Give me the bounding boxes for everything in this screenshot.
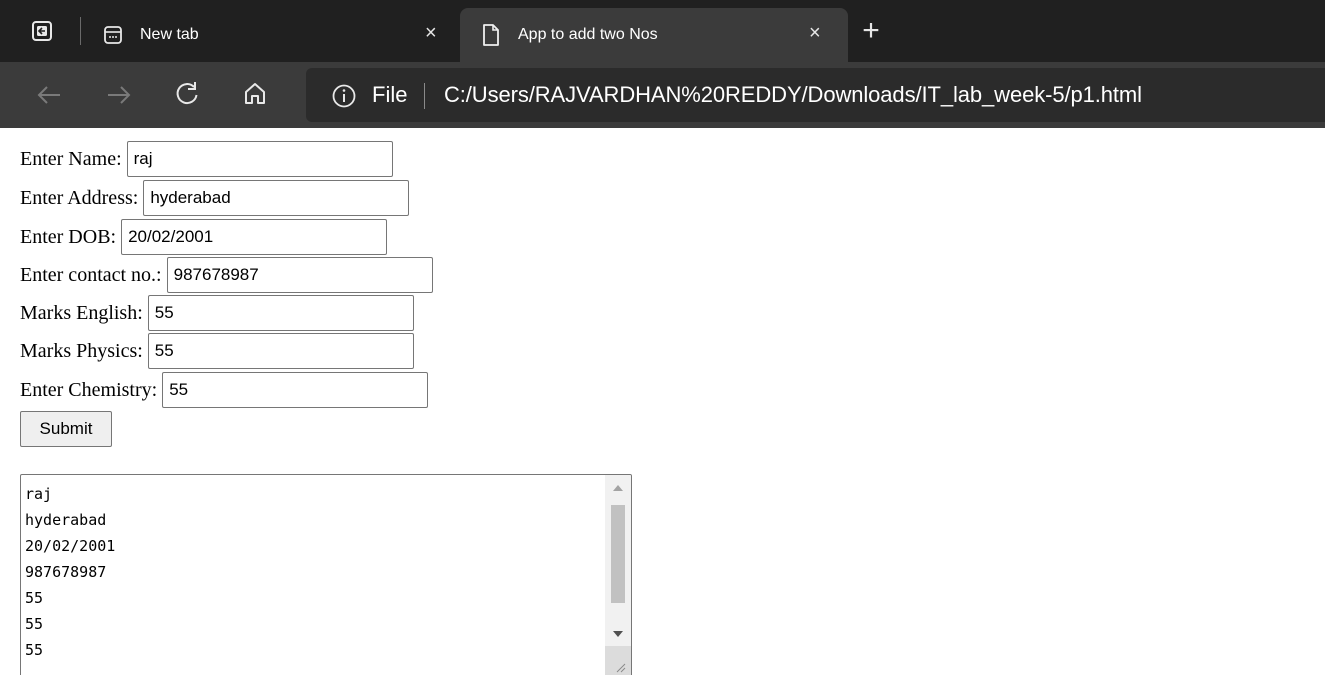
english-marks-label: Marks English: [20, 301, 143, 324]
output-text: raj hyderabad 20/02/2001 987678987 55 55… [25, 481, 115, 663]
tab-label: New tab [140, 26, 199, 43]
output-textarea[interactable]: raj hyderabad 20/02/2001 987678987 55 55… [20, 474, 632, 675]
name-label: Enter Name: [20, 147, 122, 170]
scrollbar-thumb[interactable] [611, 505, 625, 603]
english-marks-row: Marks English: [20, 294, 414, 332]
address-label: Enter Address: [20, 186, 139, 209]
contact-input[interactable] [166, 257, 433, 293]
physics-marks-row: Marks Physics: [20, 332, 414, 370]
vertical-scrollbar[interactable] [605, 475, 631, 675]
output-line-english: 55 [25, 589, 44, 607]
url-text[interactable]: C:/Users/RAJVARDHAN%20REDDY/Downloads/IT… [444, 82, 1142, 108]
contact-row: Enter contact no.: [20, 256, 433, 294]
back-icon[interactable] [34, 80, 64, 110]
submit-button[interactable]: Submit [20, 411, 112, 447]
name-row: Enter Name: [20, 140, 393, 178]
address-bar[interactable]: File C:/Users/RAJVARDHAN%20REDDY/Downloa… [306, 68, 1325, 122]
new-tab-page-icon [102, 24, 124, 46]
forward-icon[interactable] [104, 80, 134, 110]
tab-label: App to add two Nos [518, 26, 658, 43]
output-line-name: raj [25, 485, 53, 503]
tab-separator [80, 17, 81, 45]
chemistry-marks-row: Enter Chemistry: [20, 371, 429, 409]
scroll-up-icon[interactable] [613, 485, 623, 491]
chemistry-marks-input[interactable] [162, 372, 429, 408]
tab-strip: New tab × App to add two Nos × + [0, 0, 1325, 62]
page-icon [480, 24, 502, 46]
home-icon[interactable] [240, 79, 270, 109]
name-input[interactable] [126, 141, 393, 177]
physics-marks-label: Marks Physics: [20, 339, 143, 362]
close-icon[interactable]: × [809, 23, 821, 43]
output-line-physics: 55 [25, 615, 44, 633]
tab-actions-icon[interactable] [30, 19, 54, 43]
output-line-chemistry: 55 [25, 641, 44, 659]
resize-grip-icon[interactable] [605, 646, 631, 675]
physics-marks-input[interactable] [147, 333, 414, 369]
site-info-label[interactable]: File [372, 82, 407, 108]
scroll-down-icon[interactable] [613, 631, 623, 637]
output-line-dob: 20/02/2001 [25, 537, 116, 555]
tab-new-tab[interactable]: New tab × [88, 8, 460, 62]
dob-label: Enter DOB: [20, 225, 117, 248]
output-line-contact: 987678987 [25, 563, 107, 581]
chemistry-marks-label: Enter Chemistry: [20, 378, 158, 401]
address-input[interactable] [143, 180, 410, 216]
tab-app-to-add-two-nos[interactable]: App to add two Nos × [460, 8, 848, 62]
info-icon[interactable] [330, 82, 358, 110]
new-tab-button[interactable]: + [856, 14, 886, 47]
dob-input[interactable] [121, 219, 388, 255]
close-icon[interactable]: × [425, 23, 437, 43]
output-line-address: hyderabad [25, 511, 107, 529]
english-marks-input[interactable] [147, 295, 414, 331]
address-row: Enter Address: [20, 179, 410, 217]
address-separator [424, 83, 425, 109]
dob-row: Enter DOB: [20, 218, 388, 256]
contact-label: Enter contact no.: [20, 263, 162, 286]
refresh-icon[interactable] [172, 79, 202, 109]
